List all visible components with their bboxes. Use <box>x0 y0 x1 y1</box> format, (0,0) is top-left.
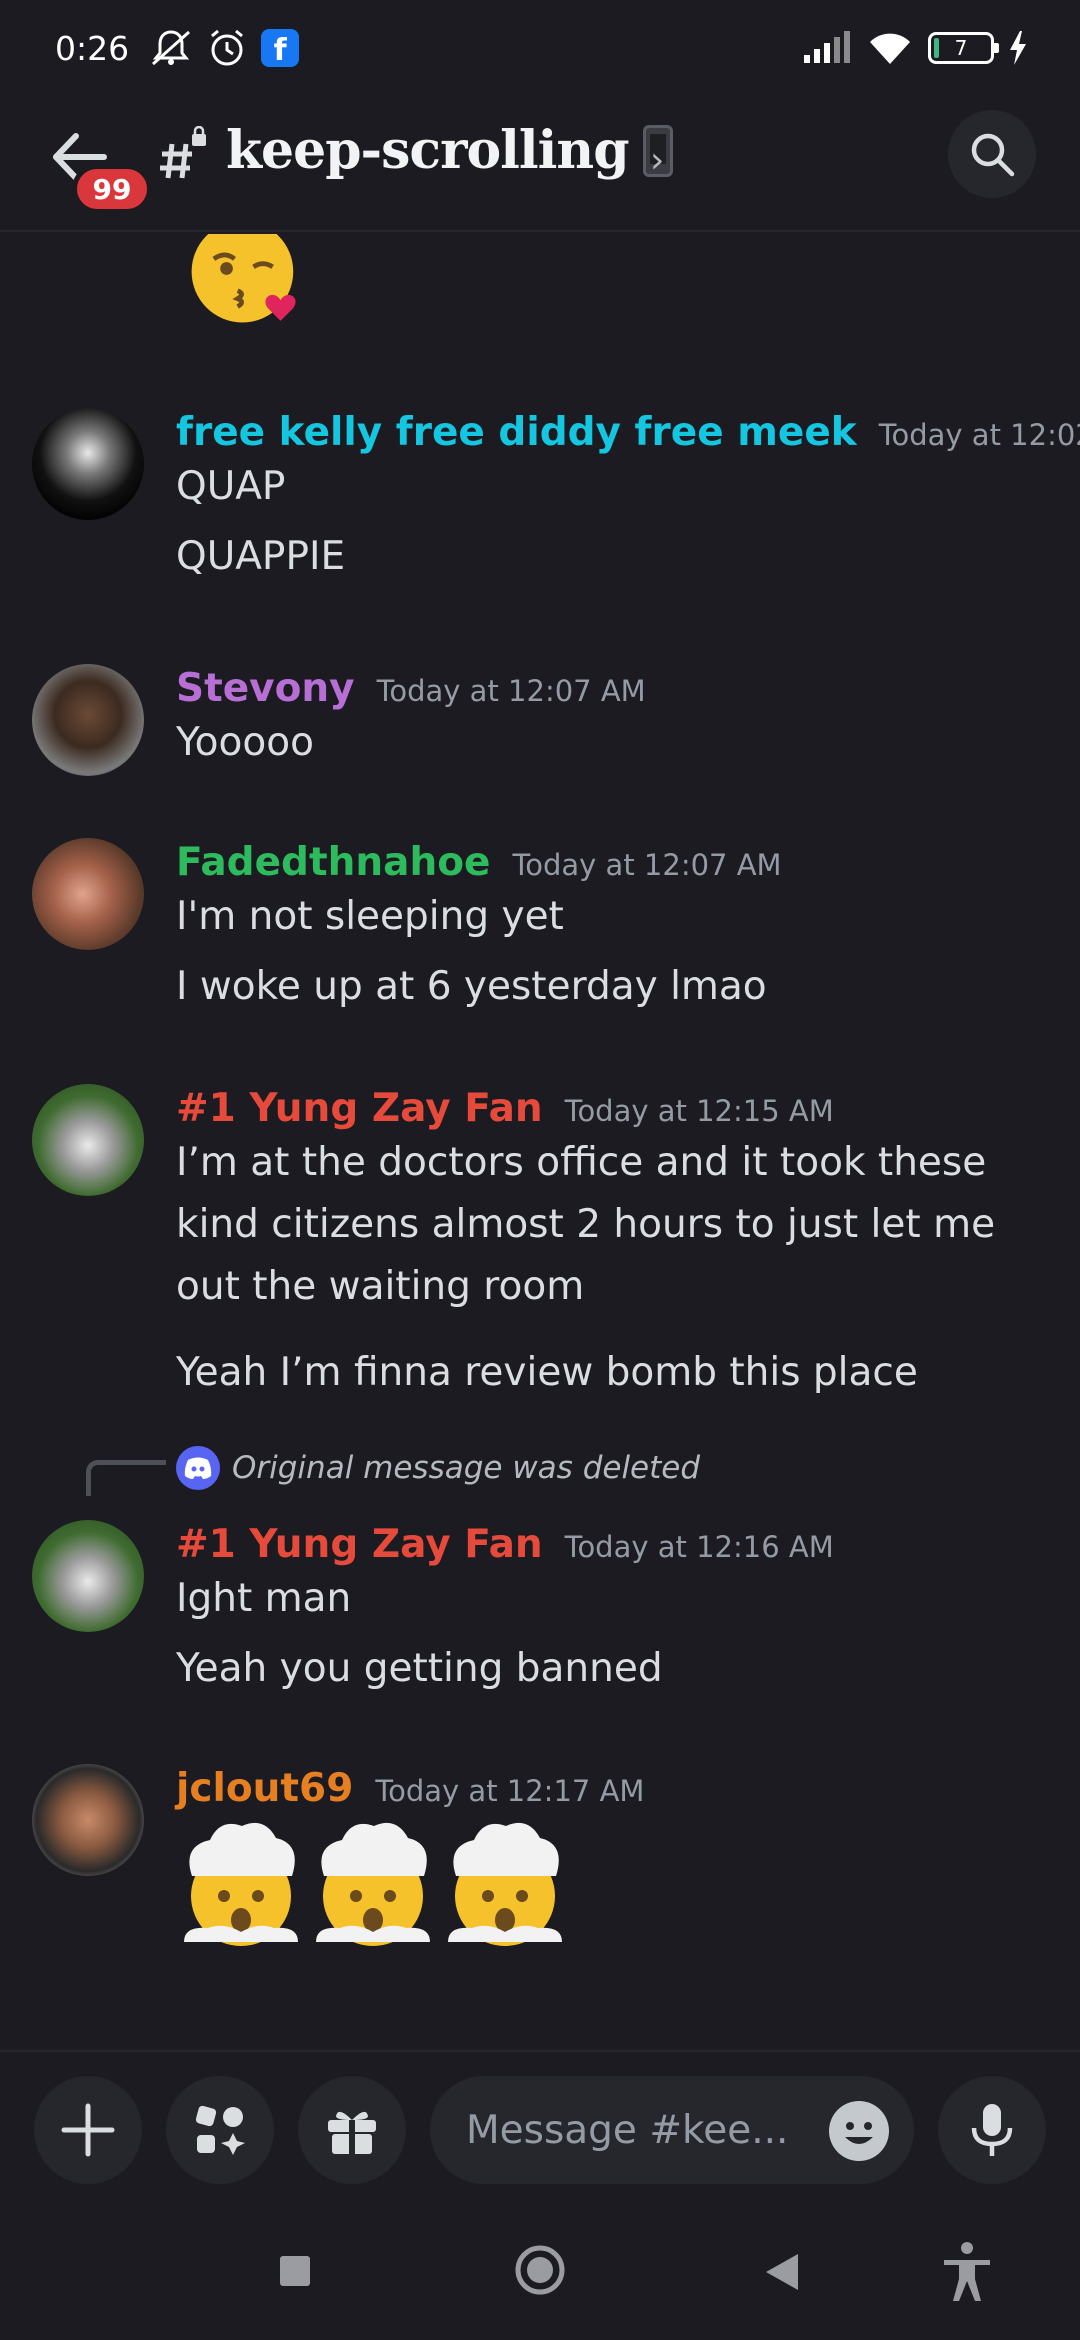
avatar[interactable] <box>32 1084 144 1196</box>
avatar[interactable] <box>32 1520 144 1632</box>
username[interactable]: #1 Yung Zay Fan <box>176 1086 543 1131</box>
chevron-right-icon[interactable]: › <box>650 140 664 181</box>
message-header: free kelly free diddy free meek Today at… <box>176 410 1080 455</box>
accessibility-icon[interactable] <box>940 2240 994 2304</box>
exploding-head-emoji <box>184 1822 298 1946</box>
composer-bar: Message #kee... <box>0 2050 1080 2200</box>
status-right: 7 <box>802 30 1028 66</box>
timestamp: Today at 12:15 AM <box>564 1094 834 1128</box>
message-text[interactable]: Yooooo <box>176 712 314 774</box>
gift-icon <box>328 2111 376 2154</box>
channel-header: 99 keep-scrolling › <box>0 96 1080 232</box>
username[interactable]: Fadedthnahoe <box>176 840 490 885</box>
charging-icon <box>1010 31 1026 65</box>
message-header: #1 Yung Zay Fan Today at 12:15 AM <box>176 1086 834 1131</box>
exploding-head-emoji <box>316 1822 430 1946</box>
timestamp: Today at 12:17 AM <box>375 1774 645 1808</box>
username[interactable]: jclout69 <box>176 1766 353 1811</box>
message-text[interactable]: I woke up at 6 yesterday lmao <box>176 956 767 1018</box>
username[interactable]: free kelly free diddy free meek <box>176 410 857 455</box>
message-text[interactable]: Yeah I’m finna review bomb this place <box>176 1342 918 1404</box>
attach-button[interactable] <box>34 2076 142 2184</box>
reply-text: Original message was deleted <box>232 1450 701 1486</box>
locked-hash-icon <box>160 126 206 179</box>
message-placeholder: Message #kee... <box>466 2107 789 2153</box>
message-text[interactable]: Ight man <box>176 1568 351 1630</box>
message-group[interactable]: free kelly free diddy free meek Today at… <box>0 408 1080 598</box>
apps-icon <box>195 2105 245 2155</box>
message-list[interactable]: free kelly free diddy free meek Today at… <box>0 234 1080 2054</box>
avatar[interactable] <box>32 1764 144 1876</box>
message-group[interactable]: Fadedthnahoe Today at 12:07 AM I'm not s… <box>0 838 1080 1028</box>
username[interactable]: #1 Yung Zay Fan <box>176 1522 543 1567</box>
message-header: Stevony Today at 12:07 AM <box>176 666 646 711</box>
channel-title[interactable]: keep-scrolling <box>226 120 673 181</box>
signal-icon <box>804 31 850 63</box>
avatar[interactable] <box>32 838 144 950</box>
plus-icon <box>61 2103 115 2157</box>
status-bar: 0:26 f 7 <box>0 0 1080 96</box>
clock: 0:26 <box>55 28 130 68</box>
status-left: 0:26 f <box>55 28 300 68</box>
message-text[interactable]: I'm not sleeping yet <box>176 886 564 948</box>
timestamp: Today at 12:07 AM <box>376 674 646 708</box>
message-text[interactable]: I’m at the doctors office and it took th… <box>176 1132 1056 1318</box>
microphone-icon <box>971 2104 1013 2156</box>
exploding-head-emoji <box>448 1822 562 1946</box>
message-text[interactable]: QUAPPIE <box>176 526 345 588</box>
timestamp: Today at 12:07 AM <box>512 848 782 882</box>
avatar[interactable] <box>32 408 144 520</box>
reply-connector <box>86 1460 166 1496</box>
alarm-icon <box>211 29 244 66</box>
mute-bell-icon <box>152 30 191 66</box>
emoji-icon[interactable] <box>828 2100 890 2162</box>
home-circle-icon[interactable] <box>514 2244 566 2296</box>
message-header: jclout69 Today at 12:17 AM <box>176 1766 644 1811</box>
message-group[interactable]: #1 Yung Zay Fan Today at 12:15 AM I’m at… <box>0 1084 1080 1414</box>
back-triangle-icon[interactable] <box>764 2252 800 2292</box>
message-text[interactable]: QUAP <box>176 456 285 518</box>
battery-level: 7 <box>954 36 968 60</box>
timestamp: Today at 12:16 AM <box>564 1530 834 1564</box>
apps-button[interactable] <box>166 2076 274 2184</box>
message-text[interactable]: Yeah you getting banned <box>176 1638 663 1700</box>
search-button[interactable] <box>948 110 1036 198</box>
timestamp: Today at 12:02 AM <box>878 418 1080 452</box>
username[interactable]: Stevony <box>176 666 355 711</box>
message-input[interactable]: Message #kee... <box>430 2076 914 2184</box>
facebook-icon: f <box>261 29 300 67</box>
recents-square-icon[interactable] <box>278 2254 312 2288</box>
search-icon <box>971 133 1015 177</box>
unread-badge: 99 <box>72 164 152 214</box>
system-nav-bar <box>0 2200 1080 2340</box>
voice-button[interactable] <box>938 2076 1046 2184</box>
message-group[interactable]: Stevony Today at 12:07 AM Yooooo <box>0 664 1080 794</box>
message-header: Fadedthnahoe Today at 12:07 AM <box>176 840 782 885</box>
gift-button[interactable] <box>298 2076 406 2184</box>
wifi-icon <box>870 33 910 64</box>
discord-logo-icon <box>176 1446 220 1490</box>
avatar[interactable] <box>32 664 144 776</box>
reply-reference[interactable]: Original message was deleted <box>176 1446 700 1490</box>
battery-icon: 7 <box>928 32 999 64</box>
emoji-row <box>174 1818 594 1958</box>
message-group[interactable]: jclout69 Today at 12:17 AM <box>0 1764 1080 1964</box>
message-header: #1 Yung Zay Fan Today at 12:16 AM <box>176 1522 834 1567</box>
kissing-face-emoji <box>191 234 296 323</box>
channel-name: keep-scrolling <box>226 120 630 181</box>
message-group[interactable]: #1 Yung Zay Fan Today at 12:16 AM Ight m… <box>0 1520 1080 1710</box>
